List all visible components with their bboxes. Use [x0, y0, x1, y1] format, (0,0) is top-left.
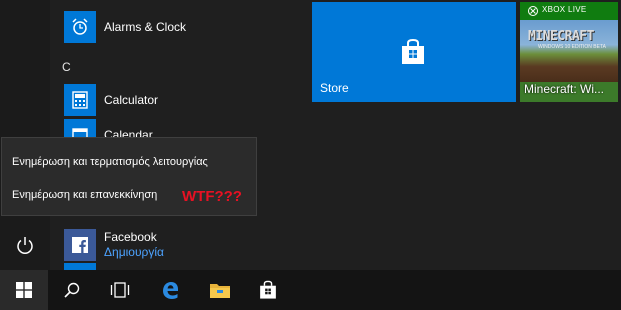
facebook-icon	[64, 229, 96, 261]
file-explorer-button[interactable]	[196, 270, 244, 310]
xbox-icon	[528, 6, 538, 16]
edge-icon	[163, 282, 178, 299]
app-item-calculator[interactable]: Calculator	[64, 83, 284, 117]
group-header-c[interactable]: C	[62, 60, 71, 74]
start-menu: Alarms & Clock C Calculator Calendar Fac…	[0, 0, 621, 270]
task-view-button[interactable]	[96, 270, 144, 310]
minecraft-logo: MINECRAFT	[528, 29, 594, 44]
app-status-link[interactable]: Δημιουργία	[104, 245, 164, 260]
start-button[interactable]	[0, 270, 48, 310]
power-icon[interactable]	[14, 235, 36, 257]
task-view-icon	[110, 282, 130, 298]
xbox-live-banner: XBOX LIVE	[520, 2, 618, 20]
search-button[interactable]	[48, 270, 96, 310]
alarm-clock-icon	[64, 11, 96, 43]
app-item-alarms[interactable]: Alarms & Clock	[64, 10, 284, 44]
store-bag-icon	[402, 38, 424, 64]
start-icon	[16, 282, 32, 298]
calculator-icon	[64, 84, 96, 116]
app-list: Alarms & Clock C Calculator Calendar Fac…	[50, 0, 300, 270]
app-item-facebook[interactable]: Facebook Δημιουργία	[64, 227, 284, 263]
app-label: Calculator	[104, 93, 159, 107]
app-label: Facebook	[104, 230, 157, 244]
file-explorer-icon	[210, 284, 230, 298]
minecraft-edition: WINDOWS 10 EDITION BETA	[538, 44, 606, 50]
tile-label: Minecraft: Wi...	[524, 82, 605, 96]
app-label: Alarms & Clock	[104, 20, 187, 34]
start-left-rail	[0, 0, 50, 270]
minecraft-tile[interactable]: XBOX LIVE MINECRAFT WINDOWS 10 EDITION B…	[520, 2, 618, 102]
store-taskbar-button[interactable]	[244, 270, 292, 310]
power-menu-popup: Ενημέρωση και τερματισμός λειτουργίας Εν…	[1, 137, 257, 216]
xbox-live-badge: XBOX LIVE	[542, 5, 587, 14]
tile-label: Store	[320, 81, 349, 95]
menu-item-update-restart[interactable]: Ενημέρωση και επανεκκίνηση	[12, 189, 157, 201]
edge-button[interactable]	[146, 270, 194, 310]
store-icon	[260, 280, 276, 299]
taskbar	[0, 270, 621, 310]
app-tile-partial	[64, 263, 96, 270]
annotation-text: WTF???	[182, 188, 242, 205]
search-icon	[64, 282, 80, 298]
store-tile[interactable]: Store	[312, 2, 516, 102]
menu-item-update-shutdown[interactable]: Ενημέρωση και τερματισμός λειτουργίας	[12, 156, 208, 168]
